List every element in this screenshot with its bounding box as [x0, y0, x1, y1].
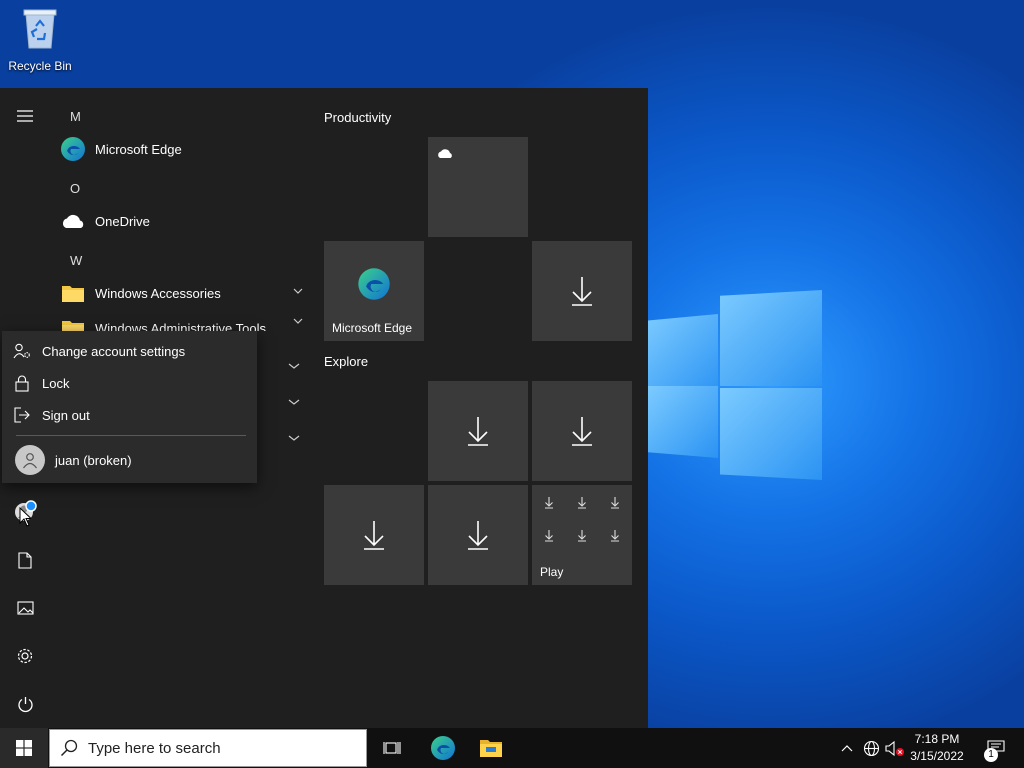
settings-button[interactable] [0, 632, 50, 680]
app-windows-administrative-tools[interactable]: Windows Administrative Tools [60, 311, 310, 331]
app-windows-accessories[interactable]: Windows Accessories [60, 275, 310, 311]
download-arrow-icon [572, 277, 592, 306]
app-microsoft-edge[interactable]: Microsoft Edge [60, 131, 310, 167]
tile-label: Play [540, 565, 564, 579]
change-account-settings-item[interactable]: Change account settings [2, 335, 257, 367]
taskbar-edge-button[interactable] [421, 728, 465, 768]
sign-out-item[interactable]: Sign out [2, 399, 257, 431]
documents-button[interactable] [0, 536, 50, 584]
download-arrow-icon [572, 417, 592, 446]
edge-icon [60, 136, 86, 162]
flyout-item-label: Change account settings [42, 343, 186, 359]
network-button[interactable] [861, 728, 881, 768]
flyout-divider [16, 435, 246, 436]
onedrive-icon [60, 208, 86, 234]
chevron-up-icon [841, 745, 853, 752]
tile-onedrive[interactable] [428, 137, 528, 237]
letter-header-m[interactable]: M [70, 109, 81, 124]
tile-pending-download[interactable] [532, 241, 632, 341]
tile-pending-download[interactable] [324, 485, 424, 585]
chevron-down-icon[interactable] [284, 428, 304, 448]
power-icon [17, 696, 33, 712]
lock-icon [15, 374, 29, 392]
avatar-icon [15, 445, 45, 475]
sign-out-icon [14, 407, 30, 423]
edge-icon [431, 736, 455, 760]
folder-icon [60, 280, 86, 306]
volume-muted-icon [885, 740, 904, 756]
lock-item[interactable]: Lock [2, 367, 257, 399]
chevron-down-icon[interactable] [292, 287, 304, 295]
notification-count-badge: 1 [984, 748, 998, 762]
letter-header-w[interactable]: W [70, 253, 82, 268]
pictures-button[interactable] [0, 584, 50, 632]
action-center-button[interactable]: 1 [976, 728, 1016, 768]
network-globe-icon [863, 740, 879, 756]
recycle-bin-icon [23, 9, 57, 49]
app-label: Windows Accessories [95, 285, 221, 301]
flyout-item-label: Lock [42, 375, 70, 391]
download-arrow-icon [468, 417, 488, 446]
edge-icon [358, 268, 390, 300]
tile-pending-download[interactable] [428, 381, 528, 481]
folder-icon [60, 315, 86, 331]
flyout-item-label: Sign out [42, 407, 90, 423]
tile-group-title-explore[interactable]: Explore [324, 354, 368, 369]
clock-time: 7:18 PM [914, 732, 960, 746]
windows-logo-wallpaper [648, 290, 823, 480]
chevron-down-icon[interactable] [284, 356, 304, 376]
volume-button[interactable] [884, 728, 906, 768]
windows-start-icon [16, 740, 32, 756]
app-label: OneDrive [95, 213, 150, 229]
document-icon [18, 551, 32, 569]
download-arrow-icon [468, 521, 488, 550]
app-label: Windows Administrative Tools [95, 320, 266, 332]
tile-pending-download[interactable] [428, 485, 528, 585]
taskbar-search-box[interactable]: Type here to search [49, 729, 367, 767]
clock[interactable]: 7:18 PM 3/15/2022 [904, 731, 970, 765]
task-view-button[interactable] [370, 728, 414, 768]
taskbar: Type here to search 7:18 PM 3/15/2022 1 [0, 728, 1024, 768]
user-name-label: juan (broken) [55, 452, 132, 468]
tile-label: Microsoft Edge [332, 321, 413, 335]
mouse-cursor-icon [19, 507, 31, 527]
account-flyout: Change account settings Lock Sign out ju… [2, 331, 257, 483]
app-label: Microsoft Edge [95, 141, 182, 157]
letter-header-o[interactable]: O [70, 181, 80, 196]
recycle-bin-label: Recycle Bin [8, 59, 72, 73]
tile-play-folder[interactable]: Play [532, 485, 632, 585]
onedrive-icon [438, 149, 452, 158]
download-arrow-icon [364, 521, 384, 550]
search-placeholder: Type here to search [88, 739, 221, 757]
task-view-icon [383, 742, 401, 754]
recycle-bin-shortcut[interactable]: Recycle Bin [6, 6, 74, 73]
user-switch-item[interactable]: juan (broken) [2, 443, 257, 477]
clock-date: 3/15/2022 [910, 749, 964, 763]
start-button[interactable] [0, 728, 48, 768]
tile-pending-download[interactable] [532, 381, 632, 481]
expand-menu-button[interactable] [0, 92, 50, 140]
hamburger-menu-icon [17, 110, 33, 122]
app-onedrive[interactable]: OneDrive [60, 203, 310, 239]
show-hidden-icons-button[interactable] [838, 728, 856, 768]
tile-group-title-productivity[interactable]: Productivity [324, 110, 391, 125]
chevron-down-icon[interactable] [284, 392, 304, 412]
tile-microsoft-edge[interactable]: Microsoft Edge [324, 241, 424, 341]
file-explorer-icon [480, 740, 502, 757]
power-button[interactable] [0, 680, 50, 728]
account-settings-icon [13, 343, 30, 359]
pictures-icon [16, 601, 34, 615]
search-icon [60, 739, 78, 757]
download-arrows-grid-icon [545, 497, 619, 542]
taskbar-file-explorer-button[interactable] [469, 728, 513, 768]
settings-gear-icon [17, 648, 33, 664]
chevron-down-icon[interactable] [292, 317, 304, 325]
